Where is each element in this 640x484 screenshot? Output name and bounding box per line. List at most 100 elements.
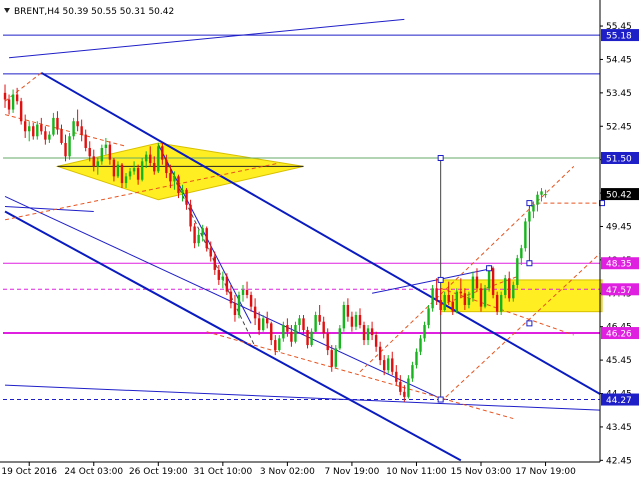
candle-body <box>524 221 527 249</box>
candle-body <box>144 154 148 162</box>
price-label-text: 55.18 <box>606 32 632 42</box>
candle-body <box>516 258 519 285</box>
candle-body <box>378 346 382 361</box>
candle-body <box>112 159 116 177</box>
x-tick-label: 19 Oct 2016 <box>1 467 57 477</box>
candle-body <box>169 173 172 182</box>
candle-body <box>395 371 398 382</box>
x-tick-label: 17 Nov 19:00 <box>515 467 576 477</box>
candle-body <box>294 325 297 342</box>
candle-body <box>479 288 483 307</box>
candle-body <box>136 168 140 180</box>
trend-line <box>40 71 600 396</box>
y-tick-label: 53.45 <box>606 89 632 99</box>
candle-body <box>201 228 204 235</box>
markers-layer <box>437 155 606 403</box>
candle-body <box>459 291 463 294</box>
candle-body <box>532 204 535 212</box>
candle-body <box>471 276 475 299</box>
candle-body <box>443 294 446 310</box>
trend-line <box>9 18 405 59</box>
candle-body <box>120 164 124 184</box>
candle-body <box>225 276 229 292</box>
price-label-text: 47.57 <box>606 286 632 296</box>
candle-body <box>403 391 406 397</box>
candle-body <box>245 289 249 295</box>
candle-body <box>362 325 366 341</box>
candle-body <box>354 315 358 327</box>
candle-body <box>104 144 108 148</box>
candle-body <box>197 234 200 244</box>
candles-layer <box>3 84 547 402</box>
x-tick-label: 10 Nov 11:00 <box>386 467 447 477</box>
y-tick-label: 42.45 <box>606 456 632 466</box>
candle-body <box>503 278 507 295</box>
candle-body <box>68 136 71 157</box>
candle-body <box>128 171 132 177</box>
candle-body <box>205 228 208 249</box>
candle-body <box>540 191 543 195</box>
candle-body <box>322 321 325 334</box>
candle-body <box>40 124 43 132</box>
candle-body <box>520 248 523 259</box>
price-label-text: 51.50 <box>606 155 632 165</box>
candle-body <box>28 126 31 132</box>
candle-body <box>407 378 410 397</box>
chart: 55.4554.4553.4552.4551.4550.4549.4548.45… <box>0 0 640 480</box>
candle-body <box>185 189 188 205</box>
candle-body <box>15 94 19 102</box>
candle-body <box>241 289 245 295</box>
candle-body <box>475 276 479 289</box>
price-label-text: 50.42 <box>606 191 632 201</box>
candle-body <box>439 299 442 310</box>
x-tick-label: 26 Oct 19:00 <box>129 467 188 477</box>
y-tick-label: 54.45 <box>606 55 632 65</box>
candle-body <box>338 328 342 349</box>
candle-body <box>370 328 374 336</box>
candle-body <box>36 124 39 137</box>
candle-body <box>544 194 547 196</box>
x-tick-label: 3 Nov 02:00 <box>260 467 315 477</box>
header: BRENT,H4 50.39 50.55 50.31 50.42 <box>4 7 174 17</box>
candle-body <box>350 316 354 327</box>
candle-body <box>100 147 104 162</box>
x-tick-label: 7 Nov 19:00 <box>324 467 379 477</box>
anchor-marker <box>437 396 444 403</box>
candle-body <box>483 288 487 307</box>
price-label-text: 44.27 <box>606 396 632 406</box>
candle-body <box>536 194 539 205</box>
candle-body <box>274 340 277 351</box>
price-label-text: 48.35 <box>606 260 632 270</box>
candle-body <box>229 291 233 304</box>
candle-body <box>342 304 346 329</box>
candle-body <box>358 315 362 326</box>
candle-body <box>217 269 221 280</box>
candle-body <box>463 293 467 305</box>
candle-body <box>495 294 499 312</box>
candle-body <box>286 325 289 332</box>
candle-body <box>266 318 269 324</box>
candle-body <box>382 360 386 371</box>
candle-body <box>334 348 337 367</box>
x-tick-label: 15 Nov 03:00 <box>451 467 512 477</box>
candle-body <box>11 94 15 110</box>
candle-body <box>249 294 253 307</box>
candle-body <box>257 318 261 331</box>
anchor-marker <box>526 260 533 267</box>
candle-body <box>278 338 281 351</box>
candle-body <box>64 142 67 157</box>
anchor-marker <box>526 320 533 327</box>
candle-body <box>487 268 491 289</box>
candle-body <box>44 131 47 140</box>
candle-body <box>233 303 237 316</box>
candle-body <box>290 331 293 342</box>
candle-body <box>423 325 426 339</box>
candle-body <box>3 92 7 100</box>
candle-body <box>508 278 511 299</box>
candle-body <box>387 358 390 371</box>
chart-svg: 55.4554.4553.4552.4551.4550.4549.4548.45… <box>0 0 639 477</box>
candle-body <box>157 146 160 172</box>
candle-body <box>213 256 216 270</box>
candle-body <box>491 268 495 295</box>
candle-body <box>447 294 450 302</box>
